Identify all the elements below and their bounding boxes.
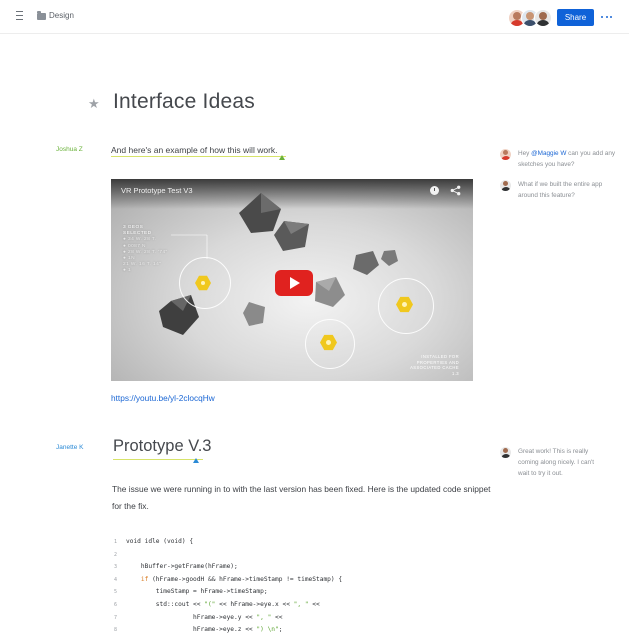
- section-text[interactable]: And here's an example of how this will w…: [111, 145, 278, 155]
- code-line: 7 hFrame->eye.y << ", " <<: [114, 613, 283, 621]
- author-cursor-icon: [193, 458, 199, 463]
- menu-icon[interactable]: [14, 11, 26, 23]
- video-embed[interactable]: VR Prototype Test V3 3 GEOS SELECTED ● 3…: [111, 179, 473, 381]
- comment-avatar: [500, 447, 511, 458]
- edit-highlight: [111, 156, 286, 158]
- avatar[interactable]: [534, 9, 552, 27]
- comment[interactable]: Great work! This is really coming along …: [518, 446, 618, 479]
- code-line: 4 if (hFrame->goodH && hFrame->timeStamp…: [114, 575, 343, 583]
- comment-avatar: [500, 180, 511, 191]
- comment[interactable]: Hey @Maggie W can you add any sketches y…: [518, 148, 618, 170]
- breadcrumb-folder[interactable]: Design: [49, 11, 74, 20]
- star-icon[interactable]: ★: [88, 96, 100, 112]
- collaborator-avatars[interactable]: [508, 9, 554, 27]
- code-line: 8 hFrame->eye.z << ") \n";: [114, 626, 283, 634]
- section-heading[interactable]: Prototype V.3: [113, 437, 211, 456]
- code-block[interactable]: 1 void idle (void) { 2 3 hBuffer->getFram…: [114, 538, 342, 639]
- header-divider: [0, 33, 629, 34]
- more-options-icon[interactable]: [601, 16, 613, 19]
- code-line: 2: [114, 551, 118, 558]
- page-title[interactable]: Interface Ideas: [113, 90, 255, 114]
- play-button[interactable]: [275, 270, 313, 296]
- author-label: Joshua Z: [56, 146, 83, 153]
- mention-link[interactable]: @Maggie W: [531, 150, 566, 157]
- code-line: 1 void idle (void) {: [114, 538, 194, 545]
- section-text[interactable]: The issue we were running in to with the…: [112, 481, 492, 515]
- author-label: Janette K: [56, 444, 84, 451]
- share-button[interactable]: Share: [557, 9, 594, 26]
- folder-icon: [37, 11, 46, 20]
- comment[interactable]: What if we built the entire app around t…: [518, 179, 618, 201]
- video-link[interactable]: https://youtu.be/yl-2clocqHw: [111, 393, 215, 403]
- comment-avatar: [500, 149, 511, 160]
- video-info-overlay: 3 GEOS SELECTED ● 34 W. 28 T. ● 0087 N ●…: [123, 225, 168, 274]
- video-bottom-note: INSTALLED FOR PROPERTIES AND ASSOCIATED …: [410, 354, 459, 376]
- code-line: 6 std::cout << "(" << hFrame->eye.x << "…: [114, 600, 320, 608]
- edit-highlight: [113, 459, 203, 461]
- author-cursor-icon: [279, 155, 285, 160]
- code-line: 3 hBuffer->getFrame(hFrame);: [114, 563, 238, 571]
- code-line: 5 timeStamp = hFrame->timeStamp;: [114, 588, 268, 596]
